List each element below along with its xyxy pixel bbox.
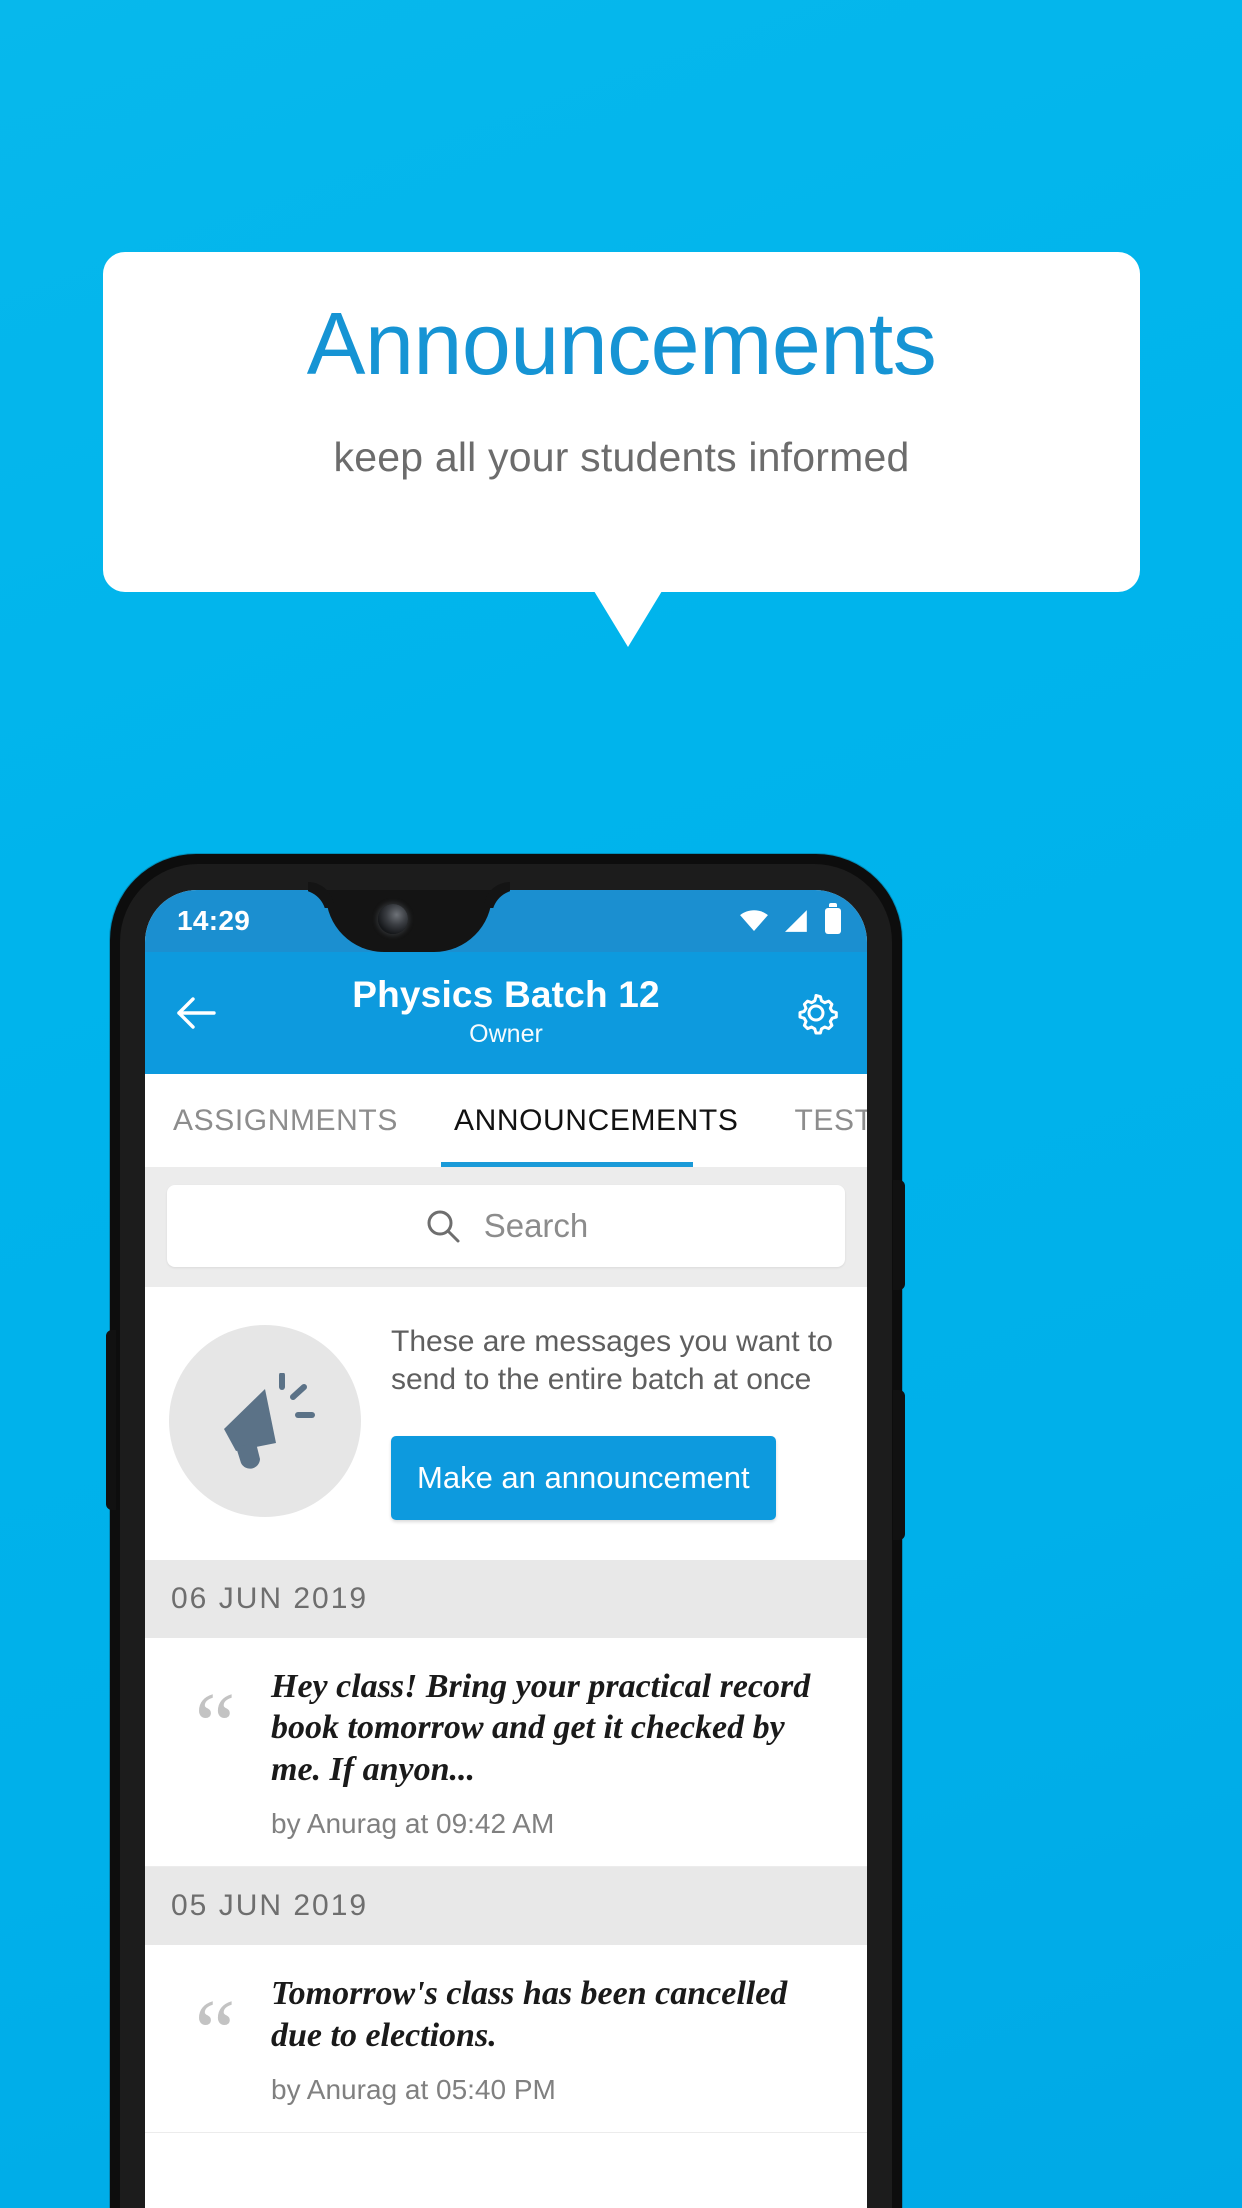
search-placeholder: Search xyxy=(483,1207,589,1244)
search-icon xyxy=(427,1210,460,1243)
announcement-list-item[interactable]: “ Tomorrow's class has been cancelled du… xyxy=(145,1945,867,2134)
phone-left-button xyxy=(106,1330,116,1510)
megaphone-icon xyxy=(224,1373,315,1470)
battery-icon xyxy=(825,903,841,934)
megaphone-badge xyxy=(169,1325,361,1518)
date-header: 06 JUN 2019 xyxy=(145,1559,867,1638)
announcement-list-item[interactable]: “ Hey class! Bring your practical record… xyxy=(145,1637,867,1868)
search-input[interactable]: Search xyxy=(167,1185,845,1267)
announcement-body: Hey class! Bring your practical record b… xyxy=(271,1666,843,1840)
speech-bubble-tail xyxy=(594,591,662,647)
quote-mark-icon: “ xyxy=(194,1673,236,1776)
status-icons xyxy=(739,903,841,934)
signal-icon xyxy=(785,910,807,932)
phone-power-button xyxy=(893,1390,905,1540)
page-title: Announcements xyxy=(306,294,937,393)
quote-mark-icon: “ xyxy=(194,1981,236,2084)
promo-screenshot-page: Announcements keep all your students inf… xyxy=(0,0,1242,2208)
wifi-icon xyxy=(740,910,768,932)
announcement-meta: by Anurag at 05:40 PM xyxy=(271,2074,556,2106)
app-bar: Physics Batch 12 Owner xyxy=(145,952,867,1074)
search-section: Search xyxy=(145,1167,867,1287)
tab-active-indicator xyxy=(441,1162,693,1167)
tab-bar[interactable]: ASSIGNMENTS ANNOUNCEMENTS TESTS V xyxy=(145,1074,867,1167)
announcement-text: Tomorrow's class has been cancelled due … xyxy=(271,1975,788,2054)
info-card-body: These are messages you want to send to t… xyxy=(391,1323,843,1520)
back-arrow-icon xyxy=(177,997,216,1029)
status-time: 14:29 xyxy=(177,905,251,936)
promo-card: Announcements keep all your students inf… xyxy=(103,252,1140,592)
front-camera-icon xyxy=(378,904,408,934)
announcement-text: Hey class! Bring your practical record b… xyxy=(271,1667,811,1788)
phone-screen: 14:29 Physics Batch 12 Owner ASSIGNMENTS… xyxy=(145,890,867,2208)
settings-button[interactable] xyxy=(787,984,845,1042)
phone-volume-button xyxy=(893,1180,905,1290)
announcement-body: Tomorrow's class has been cancelled due … xyxy=(271,1973,843,2106)
back-button[interactable] xyxy=(167,984,225,1042)
info-card-text: These are messages you want to send to t… xyxy=(391,1325,833,1397)
batch-title: Physics Batch 12 xyxy=(352,974,660,1016)
announcement-meta: by Anurag at 09:42 AM xyxy=(271,1808,555,1840)
date-header: 05 JUN 2019 xyxy=(145,1867,867,1946)
tab-tests[interactable]: TESTS xyxy=(766,1074,867,1167)
tab-assignments[interactable]: ASSIGNMENTS xyxy=(145,1074,426,1167)
tab-announcements[interactable]: ANNOUNCEMENTS xyxy=(426,1074,766,1167)
page-subtitle: keep all your students informed xyxy=(333,434,910,480)
make-announcement-button[interactable]: Make an announcement xyxy=(391,1435,776,1520)
announcement-info-card: These are messages you want to send to t… xyxy=(145,1287,867,1560)
app-bar-titles: Physics Batch 12 Owner xyxy=(145,974,867,1052)
batch-role: Owner xyxy=(469,1019,543,1048)
gear-icon xyxy=(798,994,838,1035)
